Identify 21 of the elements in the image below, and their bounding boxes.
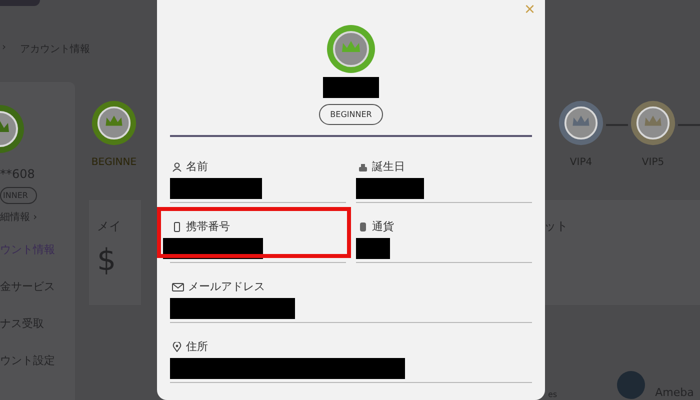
chip-badge-icon (558, 100, 604, 146)
breadcrumb-separator: › (2, 42, 6, 55)
vip-level-label: BEGINNE (91, 157, 137, 168)
field-label: 誕生日 (372, 159, 405, 174)
chip-badge-icon (326, 24, 376, 74)
field-label: 通貨 (372, 219, 394, 234)
avatar-icon (617, 371, 646, 399)
field-label: 携帯番号 (186, 219, 230, 234)
phone-icon (172, 222, 182, 232)
location-pin-icon (172, 342, 182, 352)
mail-icon (172, 282, 184, 292)
currency-symbol: $ (97, 243, 118, 278)
chip-badge-icon (630, 100, 676, 146)
close-button[interactable]: × (524, 0, 535, 18)
field-label: 名前 (186, 159, 208, 174)
field-label: メールアドレス (188, 279, 265, 294)
chip-badge-icon (91, 100, 137, 146)
person-icon (172, 162, 182, 172)
level-badge: BEGINNER (319, 104, 383, 125)
header-button[interactable] (0, 0, 40, 6)
field-label: 住所 (186, 339, 208, 354)
